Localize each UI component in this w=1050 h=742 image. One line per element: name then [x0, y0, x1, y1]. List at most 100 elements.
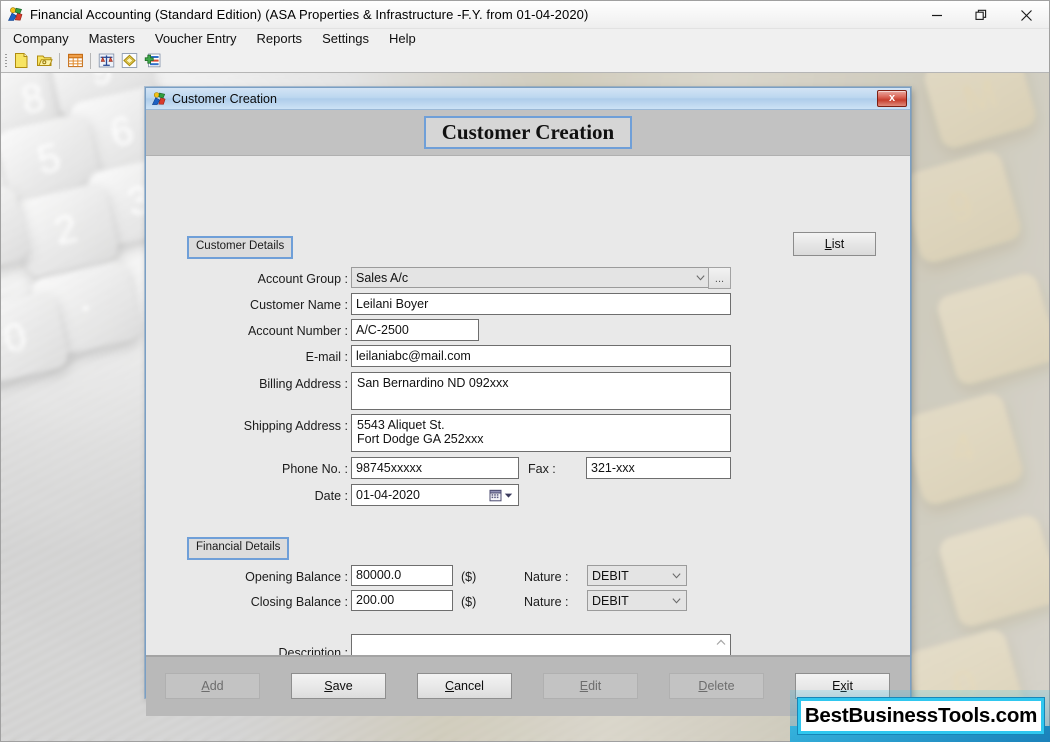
menu-item-company[interactable]: Company — [1, 29, 79, 49]
account-group-value: Sales A/c — [356, 270, 409, 285]
phone-label: Phone No. : — [281, 462, 348, 476]
toolbar-separator — [59, 52, 61, 69]
dialog-header-band: Customer Creation — [146, 110, 910, 156]
fax-value: 321-xxx — [591, 460, 635, 475]
email-value: leilaniabc@mail.com — [356, 348, 471, 363]
menu-item-help[interactable]: Help — [379, 29, 426, 49]
menu-item-reports[interactable]: Reports — [247, 29, 313, 49]
ellipsis-label: ... — [714, 273, 725, 285]
opening-nature-select[interactable]: DEBIT — [587, 565, 687, 586]
app-logo-icon — [151, 91, 167, 107]
closing-balance-value: 200.00 — [356, 593, 395, 608]
toolbar — [1, 49, 1049, 73]
customer-name-label: Customer Name : — [250, 298, 348, 312]
calendar-icon — [489, 489, 502, 501]
application-window: Financial Accounting (Standard Edition) … — [0, 0, 1050, 742]
add-button[interactable]: Add — [165, 673, 260, 699]
edit-button-accel: E — [579, 679, 589, 693]
chevron-up-icon — [716, 639, 726, 645]
menu-item-masters[interactable]: Masters — [79, 29, 145, 49]
fax-input[interactable]: 321-xxx — [586, 457, 731, 479]
workspace-background: 8 9 6 5 3 2 • 0 M 9 4 0 — [1, 73, 1049, 741]
opening-nature-label: Nature : — [524, 570, 569, 584]
opening-balance-label: Opening Balance : — [245, 570, 348, 584]
date-label: Date : — [314, 489, 348, 503]
fax-label: Fax : — [528, 462, 556, 476]
list-button[interactable]: List — [793, 232, 876, 256]
close-icon: x — [888, 92, 896, 104]
customer-name-value: Leilani Boyer — [356, 296, 429, 311]
save-button-rest: ave — [332, 679, 353, 693]
closing-nature-select[interactable]: DEBIT — [587, 590, 687, 611]
dialog-close-button[interactable]: x — [877, 90, 907, 107]
account-number-input[interactable]: A/C-2500 — [351, 319, 479, 341]
open-folder-icon[interactable] — [34, 51, 55, 71]
edit-button-rest: dit — [588, 679, 602, 693]
chevron-down-icon — [504, 493, 513, 498]
toolbar-grip[interactable] — [3, 52, 10, 70]
opening-nature-value: DEBIT — [592, 568, 629, 583]
delete-button-accel: D — [698, 679, 708, 693]
menu-bar-filler — [554, 29, 1049, 49]
menu-item-settings[interactable]: Settings — [312, 29, 379, 49]
account-group-browse-button[interactable]: ... — [708, 267, 731, 289]
new-document-icon[interactable] — [11, 51, 32, 71]
page-title: Customer Creation — [423, 115, 633, 150]
dialog-title: Customer Creation — [172, 91, 277, 106]
closing-balance-label: Closing Balance : — [250, 595, 348, 609]
closing-balance-input[interactable]: 200.00 — [351, 590, 453, 611]
save-button-accel: S — [324, 679, 333, 693]
balance-scales-icon[interactable] — [96, 51, 117, 71]
diamond-ledger-icon[interactable] — [119, 51, 140, 71]
menu-item-voucher-entry[interactable]: Voucher Entry — [145, 29, 247, 49]
window-title: Financial Accounting (Standard Edition) … — [30, 7, 589, 22]
date-value: 01-04-2020 — [356, 487, 420, 502]
chevron-down-icon — [696, 275, 705, 281]
account-number-value: A/C-2500 — [356, 322, 409, 337]
account-group-select[interactable]: Sales A/c — [351, 267, 711, 288]
billing-address-textarea[interactable]: San Bernardino ND 092xxx — [351, 372, 731, 410]
shipping-address-label: Shipping Address : — [243, 419, 348, 433]
watermark-text: BestBusinessTools.com — [804, 704, 1038, 727]
opening-balance-input[interactable]: 80000.0 — [351, 565, 453, 586]
add-entry-icon[interactable] — [142, 51, 163, 71]
email-label: E-mail : — [305, 350, 348, 364]
close-icon[interactable] — [1004, 1, 1049, 29]
email-input[interactable]: leilaniabc@mail.com — [351, 345, 731, 367]
edit-button[interactable]: Edit — [543, 673, 638, 699]
account-group-label: Account Group : — [257, 272, 348, 286]
phone-value: 98745xxxxx — [356, 460, 423, 475]
dialog-form-body: Customer Details List Account Group : Sa… — [146, 156, 910, 677]
customer-name-input[interactable]: Leilani Boyer — [351, 293, 731, 315]
window-controls — [914, 1, 1049, 29]
phone-input[interactable]: 98745xxxxx — [351, 457, 519, 479]
section-tab-customer-details[interactable]: Customer Details — [187, 236, 294, 259]
date-picker-button[interactable] — [486, 485, 516, 505]
section-tab-financial-details[interactable]: Financial Details — [187, 537, 290, 560]
list-button-rest: ist — [831, 237, 845, 251]
delete-button[interactable]: Delete — [669, 673, 764, 699]
calendar-grid-icon[interactable] — [65, 51, 86, 71]
watermark-badge: BestBusinessTools.com — [798, 698, 1044, 734]
closing-balance-currency: ($) — [461, 595, 477, 609]
list-button-accel: L — [824, 237, 832, 251]
save-button[interactable]: Save — [291, 673, 386, 699]
account-number-label: Account Number : — [247, 324, 348, 338]
cancel-button-accel: C — [445, 679, 455, 693]
add-button-accel: A — [201, 679, 210, 693]
closing-nature-value: DEBIT — [592, 593, 629, 608]
cancel-button[interactable]: Cancel — [417, 673, 512, 699]
restore-icon[interactable] — [959, 1, 1004, 29]
add-button-rest: dd — [209, 679, 224, 693]
dialog-titlebar: Customer Creation x — [146, 88, 910, 110]
closing-nature-label: Nature : — [524, 595, 569, 609]
minimize-icon[interactable] — [914, 1, 959, 29]
chevron-down-icon — [672, 598, 681, 604]
shipping-address-textarea[interactable]: 5543 Aliquet St. Fort Dodge GA 252xxx — [351, 414, 731, 452]
billing-address-label: Billing Address : — [259, 377, 348, 391]
delete-button-rest: elete — [707, 679, 735, 693]
window-titlebar: Financial Accounting (Standard Edition) … — [1, 1, 1049, 29]
opening-balance-value: 80000.0 — [356, 568, 402, 583]
cancel-button-rest: ancel — [454, 679, 484, 693]
menu-bar: Company Masters Voucher Entry Reports Se… — [1, 29, 554, 49]
